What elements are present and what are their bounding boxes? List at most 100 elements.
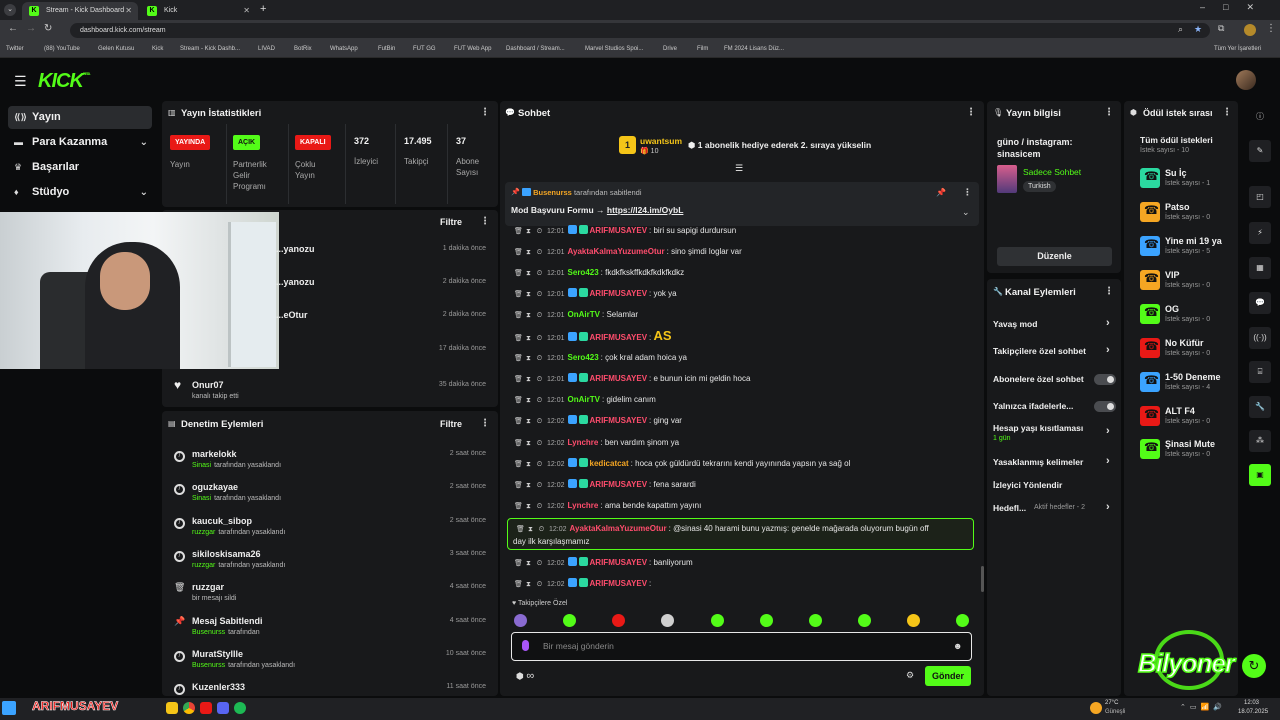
emote-icon[interactable]: [907, 614, 920, 627]
bookmark-item[interactable]: Dashboard / Stream...: [506, 41, 565, 58]
chat-bubble-icon[interactable]: 💬: [1249, 292, 1271, 314]
profile-icon[interactable]: [1244, 24, 1256, 36]
bookmark-item[interactable]: LIVAD: [258, 41, 275, 58]
timeout-icon[interactable]: ⧗: [525, 413, 532, 430]
notes-icon[interactable]: ▦: [1249, 257, 1271, 279]
message-user[interactable]: ARIFMUSAYEV: [590, 226, 648, 235]
toggle-switch[interactable]: [1094, 374, 1116, 385]
clock-icon[interactable]: ⏲: [536, 456, 543, 473]
browser-tab-dashboard[interactable]: K Stream - Kick Dashboard ✕: [22, 2, 138, 20]
delete-icon[interactable]: 🗑: [514, 265, 523, 282]
delete-icon[interactable]: 🗑: [514, 330, 523, 347]
channel-action-3[interactable]: Yalnızca ifadelerle...: [993, 401, 1073, 411]
timeout-icon[interactable]: ⧗: [525, 286, 532, 303]
message-user[interactable]: ARIFMUSAYEV: [590, 558, 648, 567]
delete-icon[interactable]: 🗑: [514, 435, 523, 452]
chevron-right-icon[interactable]: ›: [1106, 344, 1110, 356]
all-rewards-title[interactable]: Tüm ödül istekleri: [1140, 135, 1213, 145]
delete-icon[interactable]: 🗑: [514, 371, 523, 388]
delete-icon[interactable]: 🗑: [514, 244, 523, 261]
channel-actions-more-icon[interactable]: ⋮: [1104, 286, 1114, 297]
delete-icon[interactable]: 🗑: [514, 350, 523, 367]
chevron-right-icon[interactable]: ›: [1106, 425, 1110, 437]
moderation-more-icon[interactable]: ⋮: [480, 418, 490, 429]
chevron-down-icon[interactable]: ⌄: [140, 181, 148, 204]
broadcast-icon[interactable]: ((·)): [1249, 327, 1271, 349]
tray-icons[interactable]: ⌃▭📶🔊: [1180, 703, 1226, 711]
message-user[interactable]: ARIFMUSAYEV: [590, 579, 648, 588]
clock-icon[interactable]: ⏲: [536, 286, 543, 303]
bookmark-item[interactable]: Film: [697, 41, 708, 58]
bookmark-item[interactable]: Stream - Kick Dashb...: [180, 41, 240, 58]
bookmark-item[interactable]: Gelen Kutusu: [98, 41, 134, 58]
timeout-icon[interactable]: ⧗: [525, 307, 532, 324]
reward-item[interactable]: Su İç İstek sayısı - 1: [1140, 167, 1240, 197]
timeout-icon[interactable]: ⧗: [525, 555, 532, 572]
emote-icon[interactable]: [661, 614, 674, 627]
message-user[interactable]: ARIFMUSAYEV: [590, 333, 648, 342]
message-user[interactable]: ARIFMUSAYEV: [590, 416, 648, 425]
chat-input[interactable]: Bir mesaj gönderin: [543, 641, 614, 651]
reward-item[interactable]: VIP İstek sayısı - 0: [1140, 269, 1240, 299]
game-icon[interactable]: ▣: [1249, 464, 1271, 486]
sidebar-item-0[interactable]: ⟪⟫ Yayın: [8, 106, 152, 129]
tab-close-icon[interactable]: ✕: [243, 2, 250, 20]
chevron-down-icon[interactable]: ⌄: [140, 131, 148, 154]
language-tag[interactable]: Turkish: [1023, 181, 1056, 192]
emoji-icon[interactable]: ☻: [953, 641, 962, 651]
reward-more-icon[interactable]: ⋮: [1222, 107, 1232, 118]
clock-icon[interactable]: ⏲: [536, 223, 543, 240]
send-button[interactable]: Gönder: [925, 666, 971, 686]
channel-action-7[interactable]: Hedefl...: [993, 503, 1026, 513]
clock-icon[interactable]: ⏲: [536, 555, 543, 572]
timeout-icon[interactable]: ⧗: [525, 244, 532, 261]
bookmark-item[interactable]: BotRix: [294, 41, 312, 58]
chevron-right-icon[interactable]: ›: [1106, 501, 1110, 513]
channel-action-2[interactable]: Abonelere özel sohbet: [993, 374, 1084, 384]
clock-icon[interactable]: ⏲: [536, 576, 543, 593]
message-user[interactable]: ARIFMUSAYEV: [590, 480, 648, 489]
timeout-icon[interactable]: ⧗: [525, 330, 532, 347]
sidebar-item-1[interactable]: ▬ Para Kazanma ⌄: [8, 131, 152, 154]
unpin-icon[interactable]: 📌: [936, 188, 946, 197]
emote-icon[interactable]: [956, 614, 969, 627]
bookmark-item[interactable]: FutBin: [378, 41, 395, 58]
timeout-icon[interactable]: ⧗: [525, 350, 532, 367]
clock-icon[interactable]: ⏲: [536, 244, 543, 261]
timeout-icon[interactable]: ⧗: [525, 223, 532, 240]
bookmark-item[interactable]: Drive: [663, 41, 677, 58]
bookmark-item[interactable]: Twitter: [6, 41, 24, 58]
pinned-link[interactable]: https://l24.im/OybL: [607, 205, 684, 215]
reward-item[interactable]: Yine mi 19 ya İstek sayısı - 5: [1140, 235, 1240, 265]
bookmark-item[interactable]: FUT Web App: [454, 41, 491, 58]
category-thumbnail[interactable]: [997, 165, 1017, 193]
mic-icon[interactable]: [522, 640, 529, 651]
activity-filter-button[interactable]: Filtre: [440, 217, 462, 227]
delete-icon[interactable]: 🗑: [514, 456, 523, 473]
browser-more-icon[interactable]: ⋮: [1266, 23, 1276, 34]
channel-action-6[interactable]: İzleyici Yönlendir: [993, 480, 1062, 490]
message-user[interactable]: AyaktaKalmaYuzumeOtur: [568, 247, 665, 256]
back-icon[interactable]: ←: [8, 23, 18, 34]
delete-icon[interactable]: 🗑: [514, 307, 523, 324]
moderation-filter-button[interactable]: Filtre: [440, 419, 462, 429]
bookmark-item[interactable]: (88) YouTube: [44, 41, 80, 58]
bookmark-item[interactable]: Kick: [152, 41, 163, 58]
timeout-icon[interactable]: ⧗: [525, 392, 532, 409]
delete-icon[interactable]: 🗑: [514, 392, 523, 409]
sidebar-item-3[interactable]: ♦ Stüdyo ⌄: [8, 181, 152, 204]
timeout-icon[interactable]: ⧗: [525, 498, 532, 515]
message-user[interactable]: Lynchre: [568, 438, 599, 447]
emote-icon[interactable]: [858, 614, 871, 627]
emote-icon[interactable]: [711, 614, 724, 627]
chat-more-icon[interactable]: ⋮: [966, 107, 976, 118]
reload-icon[interactable]: ↻: [44, 23, 52, 34]
new-tab-button[interactable]: +: [260, 3, 266, 15]
message-user[interactable]: ARIFMUSAYEV: [590, 289, 648, 298]
chevron-right-icon[interactable]: ›: [1106, 455, 1110, 467]
delete-icon[interactable]: 🗑: [514, 477, 523, 494]
edit-stream-button[interactable]: Düzenle: [997, 247, 1112, 266]
reward-item[interactable]: Şinasi Mute İstek sayısı - 0: [1140, 438, 1240, 468]
chevron-right-icon[interactable]: ›: [1106, 317, 1110, 329]
edit-icon[interactable]: ✎: [1249, 140, 1271, 162]
